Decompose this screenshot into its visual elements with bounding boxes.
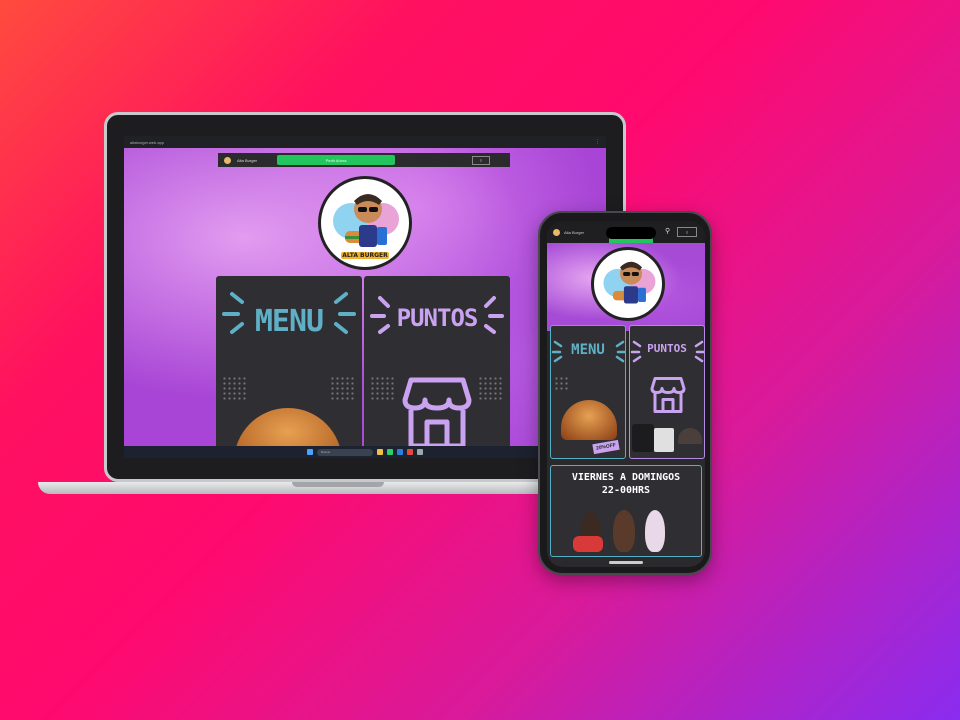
start-icon[interactable] [307, 449, 313, 455]
puntos-tile-label: PUNTOS [647, 342, 687, 355]
cart-icon[interactable]: ⚲ [665, 227, 670, 235]
phone-screen: Alta Burger ⚲ ≡ MENU 20%OFF PUNTOS VIERN… [547, 221, 705, 567]
puntos-tile[interactable]: PUNTOS [629, 325, 705, 459]
cap-merch [678, 428, 702, 444]
tshirt-merch [632, 424, 654, 452]
store-icon [650, 377, 686, 413]
code-editor-icon[interactable] [397, 449, 403, 455]
discount-badge: 20%OFF [592, 439, 620, 455]
logo-text: ALTA BURGER [341, 252, 389, 259]
phone-hero [547, 243, 705, 331]
banner-hours: 22-00HRS [601, 485, 651, 496]
laptop-notch [292, 482, 384, 487]
dot-pattern [478, 376, 504, 402]
site-navbar: Alta Burger Pedir Ahora ≡ [218, 153, 510, 167]
puntos-tile-label: PUNTOS [396, 304, 479, 332]
app-icon[interactable] [417, 449, 423, 455]
order-now-button[interactable]: Pedir Ahora [277, 155, 396, 165]
menu-tile[interactable]: MENU [216, 276, 362, 446]
os-taskbar: Buscar [124, 446, 606, 458]
hero-logo: ALTA BURGER [318, 176, 412, 270]
taskbar-search[interactable]: Buscar [317, 448, 373, 456]
dot-pattern [330, 376, 356, 402]
phone-mockup: Alta Burger ⚲ ≡ MENU 20%OFF PUNTOS VIERN… [538, 211, 712, 575]
dot-pattern [370, 376, 396, 402]
puntos-tile[interactable]: PUNTOS [364, 276, 510, 446]
home-indicator [609, 561, 643, 564]
brand-name[interactable]: Alta Burger [237, 158, 257, 163]
nav-menu-button[interactable]: ≡ [677, 227, 697, 237]
folder-icon[interactable] [377, 449, 383, 455]
laptop-screen: altaburger.web.app ⋮ Alta Burger Pedir A… [124, 136, 606, 458]
dot-pattern [222, 376, 248, 402]
brand-logo-icon[interactable] [553, 228, 560, 236]
menu-tile-label: MENU [571, 342, 605, 358]
schedule-banner[interactable]: VIERNES A DOMINGOS 22-00HRS [550, 465, 702, 557]
menu-tile-label: MENU [254, 304, 324, 339]
burger-photo [234, 408, 342, 446]
character-illustration [645, 510, 665, 552]
hero-logo [591, 247, 665, 321]
browser-url[interactable]: altaburger.web.app [130, 140, 164, 145]
banner-days: VIERNES A DOMINGOS [571, 472, 681, 483]
menu-tile[interactable]: MENU 20%OFF [550, 325, 626, 459]
brand-name[interactable]: Alta Burger [564, 230, 584, 235]
chrome-icon[interactable] [407, 449, 413, 455]
dot-pattern [554, 376, 570, 392]
burger-photo [561, 400, 617, 440]
character-illustration [613, 510, 635, 552]
store-icon [402, 377, 472, 446]
nav-menu-button[interactable]: ≡ [472, 155, 490, 165]
website-viewport: Alta Burger Pedir Ahora ≡ ALTA BURGER ME… [124, 148, 606, 446]
brand-logo-icon[interactable] [224, 156, 231, 164]
mascot-illustration-icon [603, 261, 656, 304]
browser-menu-icon[interactable]: ⋮ [595, 139, 600, 145]
browser-bar: altaburger.web.app ⋮ [124, 136, 606, 148]
whatsapp-icon[interactable] [387, 449, 393, 455]
cards-merch [654, 428, 674, 452]
dynamic-island [606, 227, 656, 239]
scooter-illustration [573, 536, 603, 552]
